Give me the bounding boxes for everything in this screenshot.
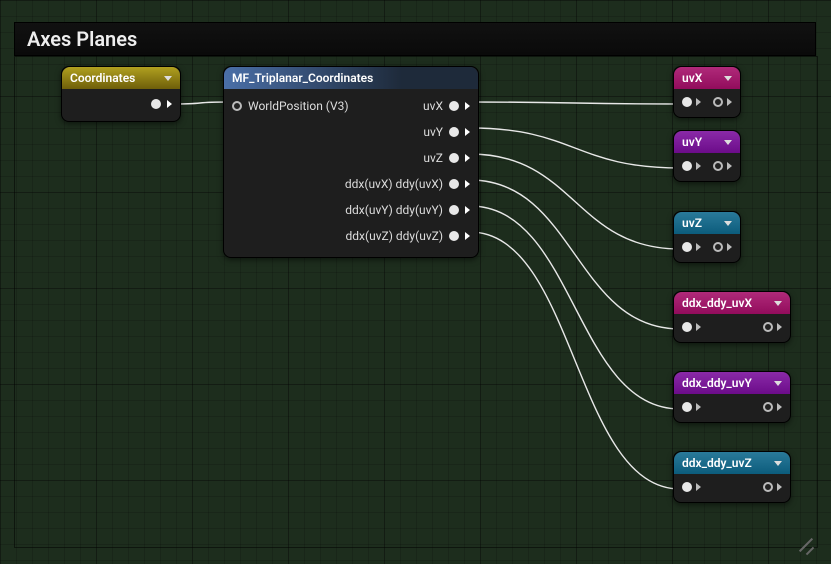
node-title: uvX <box>682 71 702 85</box>
pin-dot-icon[interactable] <box>449 179 459 189</box>
node-header[interactable]: ddx_ddy_uvZ <box>674 452 790 474</box>
pin-arrow-icon <box>465 206 470 214</box>
chevron-down-icon[interactable] <box>774 381 782 386</box>
node-body <box>674 394 790 422</box>
node-body <box>674 153 740 181</box>
node-coordinates[interactable]: Coordinates <box>61 66 181 122</box>
func-row: ddx(uvZ) ddy(uvZ) <box>232 223 470 249</box>
node-title: uvZ <box>682 216 702 230</box>
input-pin-dot-icon[interactable] <box>682 161 692 171</box>
output-node-ddx_ddy_uvy[interactable]: ddx_ddy_uvY <box>673 371 791 423</box>
pin-dot-icon[interactable] <box>449 231 459 241</box>
pin-arrow-icon <box>727 162 732 170</box>
node-mf-triplanar-coordinates[interactable]: MF_Triplanar_Coordinates WorldPosition (… <box>223 66 479 258</box>
node-header[interactable]: ddx_ddy_uvX <box>674 292 790 314</box>
pin-arrow-icon <box>696 403 701 411</box>
pin-arrow-icon <box>465 128 470 136</box>
output-pin-dot-icon[interactable] <box>763 402 773 412</box>
chevron-down-icon[interactable] <box>164 76 172 81</box>
pin-dot-icon[interactable] <box>449 205 459 215</box>
chevron-down-icon[interactable] <box>774 301 782 306</box>
node-header[interactable]: uvZ <box>674 212 740 234</box>
node-title: ddx_ddy_uvY <box>682 376 752 390</box>
input-pin-dot-icon[interactable] <box>682 97 692 107</box>
output-node-ddx_ddy_uvz[interactable]: ddx_ddy_uvZ <box>673 451 791 503</box>
pin-arrow-icon <box>167 100 172 108</box>
pin-arrow-icon <box>727 243 732 251</box>
pin-arrow-icon <box>696 323 701 331</box>
pin-arrow-icon <box>465 180 470 188</box>
pin-arrow-icon <box>465 154 470 162</box>
output-pin-dot-icon[interactable] <box>763 482 773 492</box>
pin-dot-icon[interactable] <box>232 101 242 111</box>
output-node-uvz[interactable]: uvZ <box>673 211 741 263</box>
pin-arrow-icon <box>465 102 470 110</box>
input-pin-dot-icon[interactable] <box>682 402 692 412</box>
node-body <box>674 89 740 117</box>
func-row: ddx(uvY) ddy(uvY) <box>232 197 470 223</box>
output-pin-label: ddx(uvX) ddy(uvX) <box>345 177 443 191</box>
node-header[interactable]: uvX <box>674 67 740 89</box>
node-header[interactable]: Coordinates <box>62 67 180 89</box>
pin-arrow-icon <box>465 232 470 240</box>
node-body <box>674 234 740 262</box>
func-row: uvY <box>232 119 470 145</box>
pin-dot-icon[interactable] <box>449 101 459 111</box>
input-pin-label: WorldPosition (V3) <box>248 99 349 113</box>
pin-dot-icon[interactable] <box>449 127 459 137</box>
output-pin-label: ddx(uvZ) ddy(uvZ) <box>346 229 443 243</box>
output-node-uvy[interactable]: uvY <box>673 130 741 182</box>
output-pin[interactable] <box>70 93 172 115</box>
node-title: MF_Triplanar_Coordinates <box>232 71 373 85</box>
pin-dot-icon <box>151 99 161 109</box>
node-header[interactable]: ddx_ddy_uvY <box>674 372 790 394</box>
pin-arrow-icon <box>696 483 701 491</box>
node-title: ddx_ddy_uvX <box>682 296 752 310</box>
pin-arrow-icon <box>777 483 782 491</box>
pin-arrow-icon <box>696 243 701 251</box>
output-pin-dot-icon[interactable] <box>763 322 773 332</box>
output-pin-label: uvY <box>423 125 443 139</box>
node-header[interactable]: uvY <box>674 131 740 153</box>
comment-frame-header[interactable]: Axes Planes <box>14 22 816 56</box>
output-node-ddx_ddy_uvx[interactable]: ddx_ddy_uvX <box>673 291 791 343</box>
comment-title: Axes Planes <box>27 27 137 51</box>
node-title: ddx_ddy_uvZ <box>682 456 752 470</box>
output-pin-label: uvZ <box>423 151 443 165</box>
node-title: Coordinates <box>70 71 135 85</box>
output-pin-dot-icon[interactable] <box>713 242 723 252</box>
input-pin-dot-icon[interactable] <box>682 482 692 492</box>
output-pin-label: uvX <box>423 99 443 113</box>
output-pin-dot-icon[interactable] <box>713 161 723 171</box>
chevron-down-icon[interactable] <box>724 140 732 145</box>
func-row: ddx(uvX) ddy(uvX) <box>232 171 470 197</box>
node-body <box>674 314 790 342</box>
pin-dot-icon[interactable] <box>449 153 459 163</box>
node-title: uvY <box>682 135 702 149</box>
node-header[interactable]: MF_Triplanar_Coordinates <box>224 67 478 89</box>
pin-arrow-icon <box>777 323 782 331</box>
output-node-uvx[interactable]: uvX <box>673 66 741 118</box>
func-row: uvZ <box>232 145 470 171</box>
chevron-down-icon[interactable] <box>724 221 732 226</box>
output-pin-label: ddx(uvY) ddy(uvY) <box>345 203 443 217</box>
output-pin-dot-icon[interactable] <box>713 97 723 107</box>
pin-arrow-icon <box>696 98 701 106</box>
input-pin-dot-icon[interactable] <box>682 242 692 252</box>
chevron-down-icon[interactable] <box>774 461 782 466</box>
func-row: WorldPosition (V3) uvX <box>232 93 470 119</box>
resize-handle[interactable] <box>795 532 815 552</box>
chevron-down-icon[interactable] <box>724 76 732 81</box>
pin-arrow-icon <box>777 403 782 411</box>
node-body <box>674 474 790 502</box>
pin-arrow-icon <box>696 162 701 170</box>
pin-arrow-icon <box>727 98 732 106</box>
input-pin-dot-icon[interactable] <box>682 322 692 332</box>
